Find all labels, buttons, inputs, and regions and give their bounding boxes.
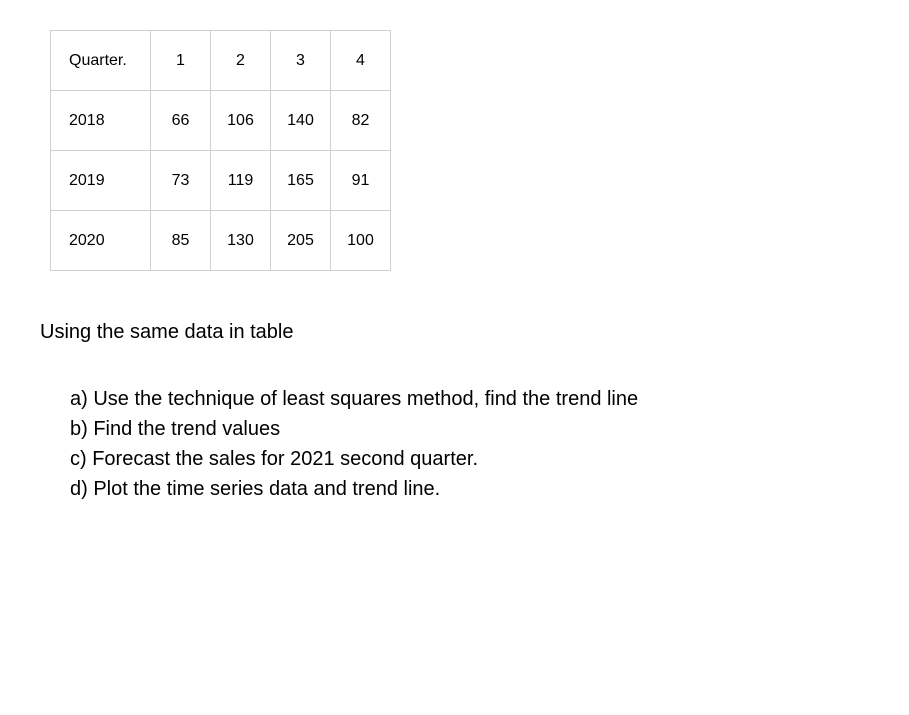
question-a: a) Use the technique of least squares me… [70,384,859,414]
cell-2020-q1: 85 [151,211,211,271]
document-body: Quarter. 1 2 3 4 2018 66 106 140 82 2019… [0,0,909,534]
cell-2020-q2: 130 [211,211,271,271]
cell-2018-q1: 66 [151,91,211,151]
table-header-row: Quarter. 1 2 3 4 [51,31,391,91]
question-list: a) Use the technique of least squares me… [70,384,859,504]
intro-text: Using the same data in table [40,321,859,344]
question-b: b) Find the trend values [70,414,859,444]
cell-2020-q4: 100 [331,211,391,271]
cell-2018-q2: 106 [211,91,271,151]
cell-2019-q4: 91 [331,151,391,211]
question-c: c) Forecast the sales for 2021 second qu… [70,444,859,474]
row-year-2018: 2018 [51,91,151,151]
col-header-2: 2 [211,31,271,91]
cell-2018-q4: 82 [331,91,391,151]
table-row: 2020 85 130 205 100 [51,211,391,271]
cell-2020-q3: 205 [271,211,331,271]
cell-2018-q3: 140 [271,91,331,151]
cell-2019-q2: 119 [211,151,271,211]
row-year-2019: 2019 [51,151,151,211]
table-header-label: Quarter. [51,31,151,91]
cell-2019-q3: 165 [271,151,331,211]
row-year-2020: 2020 [51,211,151,271]
data-table: Quarter. 1 2 3 4 2018 66 106 140 82 2019… [50,30,391,271]
table-row: 2019 73 119 165 91 [51,151,391,211]
col-header-4: 4 [331,31,391,91]
cell-2019-q1: 73 [151,151,211,211]
question-d: d) Plot the time series data and trend l… [70,474,859,504]
col-header-1: 1 [151,31,211,91]
col-header-3: 3 [271,31,331,91]
table-row: 2018 66 106 140 82 [51,91,391,151]
